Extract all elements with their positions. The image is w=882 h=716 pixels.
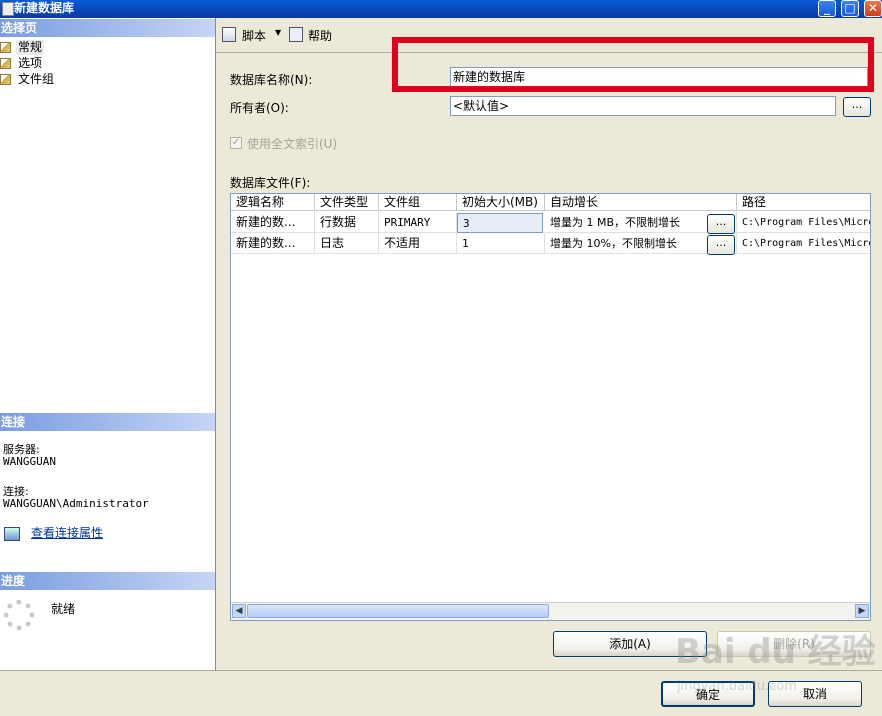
cell-path[interactable]: C:\Program Files\Micro	[737, 212, 870, 233]
close-button[interactable]: ✕	[864, 0, 882, 17]
script-button[interactable]: 脚本	[242, 27, 266, 44]
cell-logical-name[interactable]: 新建的数...	[231, 233, 315, 254]
cell-filegroup[interactable]: 不适用	[379, 233, 457, 254]
page-icon	[0, 42, 11, 53]
page-label: 常规	[16, 40, 45, 55]
database-files-grid[interactable]: 逻辑名称 文件类型 文件组 初始大小(MB) 自动增长 路径 新建的数... 行…	[230, 193, 871, 621]
view-connection-properties-link[interactable]: 查看连接属性	[31, 524, 103, 541]
owner-browse-button[interactable]: ...	[843, 97, 871, 117]
progress-header: 进度	[0, 572, 215, 590]
page-item-options[interactable]: 选项	[0, 56, 80, 71]
watermark-url: jingyan.baidu.com	[676, 679, 797, 694]
help-icon[interactable]	[289, 27, 303, 42]
help-button[interactable]: 帮助	[308, 27, 332, 44]
cell-initial-size[interactable]: 1	[457, 233, 545, 254]
progress-status: 就绪	[51, 602, 76, 616]
minimize-button[interactable]: _	[818, 0, 836, 17]
baidu-watermark-logo: Bai du 经验 jingyan.baidu.com	[675, 632, 875, 694]
database-files-label: 数据库文件(F):	[230, 176, 311, 190]
cell-path[interactable]: C:\Program Files\Micro	[737, 233, 870, 254]
connection-properties-icon	[4, 527, 20, 541]
cell-filegroup[interactable]: PRIMARY	[379, 212, 457, 233]
cell-file-type[interactable]: 日志	[315, 233, 379, 254]
page-icon	[0, 74, 11, 85]
window-icon	[2, 2, 14, 16]
column-header-filegroup[interactable]: 文件组	[379, 194, 457, 211]
connection-value: WANGGUAN\Administrator	[3, 497, 149, 510]
column-header-logical-name[interactable]: 逻辑名称	[231, 194, 315, 211]
fulltext-label: 使用全文索引(U)	[247, 137, 338, 151]
page-item-filegroups[interactable]: 文件组	[0, 72, 80, 87]
autogrowth-edit-button[interactable]: ...	[707, 235, 735, 255]
column-header-autogrowth[interactable]: 自动增长	[545, 194, 737, 211]
window-title: 新建数据库	[14, 1, 75, 15]
owner-input[interactable]: <默认值>	[450, 96, 836, 116]
watermark-text: Bai du 经验	[675, 632, 875, 672]
cell-initial-size[interactable]: 3	[457, 213, 543, 233]
page-label: 文件组	[18, 72, 55, 86]
connection-header: 连接	[0, 413, 215, 431]
server-value: WANGGUAN	[3, 455, 56, 468]
scroll-left-icon[interactable]: ◀	[232, 604, 246, 618]
fulltext-checkbox[interactable]: ✓	[230, 137, 242, 149]
column-header-file-type[interactable]: 文件类型	[315, 194, 379, 211]
scroll-right-icon[interactable]: ▶	[855, 604, 869, 618]
page-label: 选项	[18, 56, 43, 70]
maximize-button[interactable]: □	[841, 0, 859, 17]
autogrowth-edit-button[interactable]: ...	[707, 214, 735, 234]
db-name-label: 数据库名称(N):	[230, 73, 313, 87]
title-bar	[0, 0, 882, 18]
page-icon	[0, 58, 11, 69]
select-page-header: 选择页	[0, 19, 215, 37]
owner-label: 所有者(O):	[230, 101, 289, 115]
script-dropdown-icon[interactable]: ▼	[275, 28, 281, 37]
scrollbar-thumb[interactable]	[247, 604, 549, 618]
highlight-annotation	[392, 37, 874, 92]
progress-spinner-icon	[4, 600, 34, 630]
page-item-general[interactable]: 常规	[0, 40, 80, 55]
column-header-path[interactable]: 路径	[737, 194, 870, 211]
cell-logical-name[interactable]: 新建的数...	[231, 212, 315, 233]
script-icon[interactable]	[222, 27, 236, 42]
cell-file-type[interactable]: 行数据	[315, 212, 379, 233]
column-header-initial-size[interactable]: 初始大小(MB)	[457, 194, 545, 211]
